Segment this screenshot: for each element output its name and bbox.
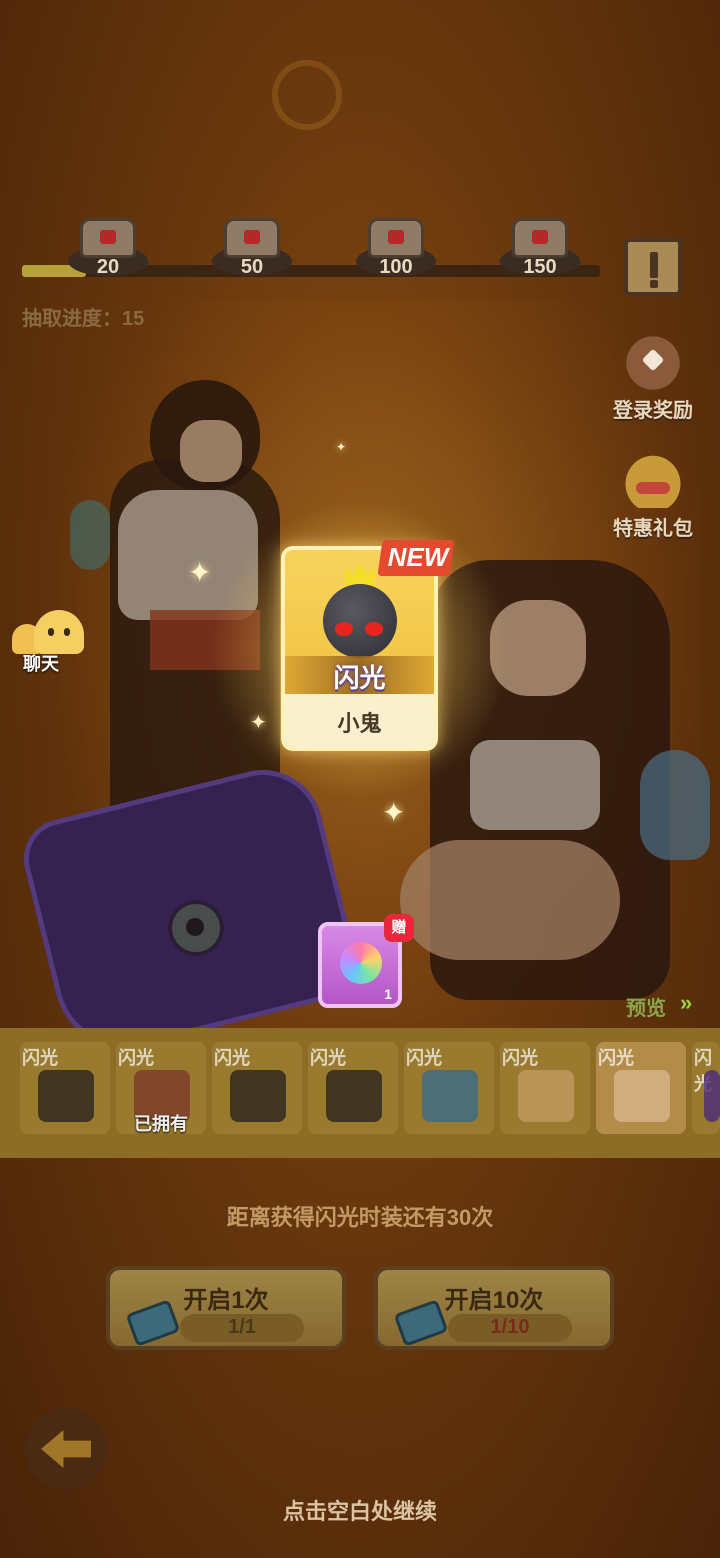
item-tag: 闪光 bbox=[214, 1048, 250, 1068]
exclamation-dot-icon bbox=[650, 280, 658, 288]
scroll-icon bbox=[614, 1070, 670, 1122]
double-chevron-right-icon[interactable]: » bbox=[680, 990, 692, 1016]
lock-icon bbox=[532, 230, 548, 244]
ghost-bomb-icon bbox=[323, 584, 397, 658]
item-tag: 闪光 bbox=[22, 1048, 58, 1068]
chest-milestone[interactable]: 100 bbox=[354, 212, 438, 278]
item-slot[interactable]: 闪光 bbox=[212, 1042, 302, 1134]
item-slot[interactable]: 闪光 bbox=[596, 1042, 686, 1134]
eyes-icon bbox=[518, 1070, 574, 1122]
back-button[interactable] bbox=[25, 1408, 107, 1490]
item-tag: 闪光 bbox=[406, 1048, 442, 1068]
boot-icon bbox=[326, 1070, 382, 1122]
special-pack-label: 特惠礼包 bbox=[613, 518, 693, 540]
ghost-eye bbox=[64, 628, 70, 636]
item-slot[interactable]: 闪光 bbox=[500, 1042, 590, 1134]
gift-tag: 赠 bbox=[384, 914, 414, 942]
rarity-label: 闪光 bbox=[333, 663, 386, 693]
item-tag: 闪光 bbox=[118, 1048, 154, 1068]
chest-milestone[interactable]: 20 bbox=[66, 212, 150, 278]
reward-card[interactable]: 闪光 小鬼 bbox=[281, 546, 438, 751]
chat-label: 聊天 bbox=[23, 654, 59, 674]
open-ten-button[interactable]: 开启10次 1/10 bbox=[374, 1266, 614, 1350]
open-once-button[interactable]: 开启1次 1/1 bbox=[106, 1266, 346, 1350]
sparkle-icon: ✦ bbox=[382, 797, 406, 828]
draw-progress-text: 抽取进度：15 bbox=[22, 308, 145, 330]
reward-name: 小鬼 bbox=[337, 711, 382, 736]
open-ten-count: 1/10 bbox=[490, 1316, 530, 1338]
chest-count: 150 bbox=[523, 256, 557, 278]
open-once-count: 1/1 bbox=[228, 1316, 256, 1338]
item-slot[interactable]: 闪光 bbox=[404, 1042, 494, 1134]
back-arrow-icon bbox=[41, 1430, 91, 1468]
monster-eye-icon bbox=[365, 622, 383, 636]
rainbow-gem-icon bbox=[340, 942, 382, 984]
login-reward-label: 登录奖励 bbox=[613, 400, 693, 422]
chest-count: 100 bbox=[379, 256, 413, 278]
lock-icon bbox=[100, 230, 116, 244]
purple-icon bbox=[704, 1070, 720, 1122]
preview-link[interactable]: 预览 bbox=[626, 992, 666, 1021]
continue-hint: 点击空白处继续 bbox=[282, 1499, 437, 1524]
lock-icon bbox=[388, 230, 404, 244]
login-reward-icon bbox=[618, 330, 688, 390]
chest-count: 20 bbox=[96, 256, 120, 278]
item-slot[interactable]: 闪光 bbox=[308, 1042, 398, 1134]
item-slot[interactable]: 闪光 bbox=[20, 1042, 110, 1134]
cloak-icon bbox=[38, 1070, 94, 1122]
gift-bag-icon bbox=[618, 448, 688, 508]
sparkle-icon: ✦ bbox=[336, 440, 347, 454]
new-badge-label: NEW bbox=[387, 542, 449, 572]
lock-icon bbox=[244, 230, 260, 244]
chest-milestone[interactable]: 50 bbox=[210, 212, 294, 278]
info-button[interactable] bbox=[624, 238, 682, 296]
chat-button[interactable]: 聊天 bbox=[8, 610, 88, 674]
crown-icon bbox=[345, 562, 375, 586]
chest-milestone[interactable]: 150 bbox=[498, 212, 582, 278]
special-pack-button[interactable]: 特惠礼包 bbox=[598, 448, 708, 541]
sparkle-icon: ✦ bbox=[188, 557, 212, 588]
item-slot[interactable]: 闪光 bbox=[692, 1042, 720, 1134]
ghost-eye bbox=[48, 628, 54, 636]
item-tag: 闪光 bbox=[310, 1048, 346, 1068]
exclamation-icon bbox=[650, 252, 658, 278]
item-slot[interactable]: 闪光 已拥有 bbox=[116, 1042, 206, 1134]
chest-count: 50 bbox=[240, 256, 264, 278]
glove-icon bbox=[230, 1070, 286, 1122]
owned-label: 已拥有 bbox=[134, 1114, 188, 1134]
ghost-icon bbox=[34, 610, 84, 654]
login-reward-button[interactable]: 登录奖励 bbox=[598, 330, 708, 423]
item-tag: 闪光 bbox=[502, 1048, 538, 1068]
monster-eye-icon bbox=[335, 622, 353, 636]
item-tag: 闪光 bbox=[598, 1048, 634, 1068]
lantern-icon bbox=[422, 1070, 478, 1122]
shiny-countdown-text: 距离获得闪光时装还有30次 bbox=[226, 1205, 494, 1230]
bonus-quantity: 1 bbox=[384, 986, 392, 1002]
